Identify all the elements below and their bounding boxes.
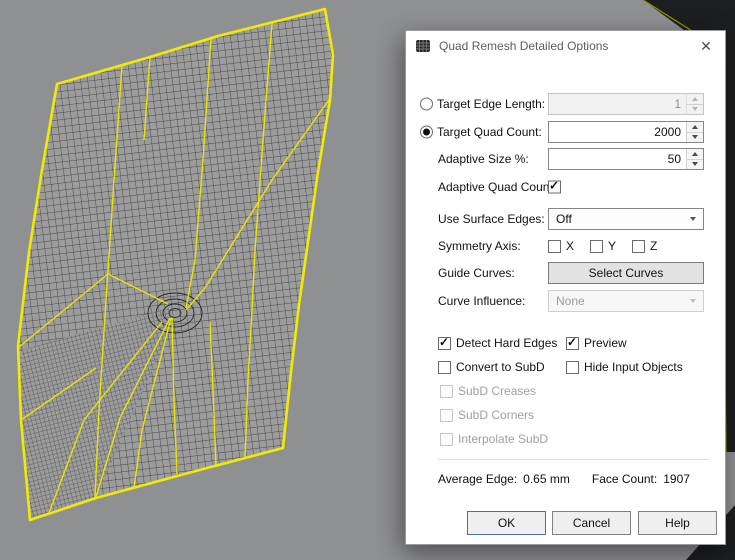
target-edge-length-radio[interactable] [420, 97, 433, 111]
spin-up-icon[interactable] [687, 122, 703, 132]
row-subd-creases: SubD Creases [406, 380, 725, 402]
target-edge-length-spinner [686, 94, 703, 114]
row-symmetry-axis: Symmetry Axis: X Y Z [406, 235, 725, 257]
row-adaptive-quad-count: Adaptive Quad Count: [406, 176, 725, 198]
symmetry-z-label: Z [650, 239, 658, 253]
spin-up-icon[interactable] [687, 149, 703, 159]
subd-corners-label: SubD Corners [458, 408, 535, 422]
symmetry-x-label: X [566, 239, 575, 253]
symmetry-axis-label: Symmetry Axis: [438, 239, 521, 253]
row-target-edge-length: Target Edge Length: 1 [406, 93, 725, 115]
subd-creases-toggle: SubD Creases [440, 384, 536, 398]
subd-corners-checkbox [440, 408, 453, 422]
convert-to-subd-checkbox[interactable] [438, 360, 451, 374]
use-surface-edges-dropdown[interactable]: Off [548, 208, 704, 230]
quad-remesh-options-dialog: Quad Remesh Detailed Options ✕ Target Ed… [405, 30, 726, 545]
spin-down-icon[interactable] [687, 158, 703, 170]
interpolate-subd-checkbox [440, 432, 453, 446]
detect-hard-edges-label: Detect Hard Edges [456, 336, 558, 350]
face-count-value: 1907 [663, 472, 690, 486]
symmetry-x-toggle[interactable]: X [548, 239, 574, 253]
interpolate-subd-toggle: Interpolate SubD [440, 432, 548, 446]
row-use-surface-edges: Use Surface Edges: Off [406, 208, 725, 230]
symmetry-z-checkbox[interactable] [632, 239, 645, 253]
hide-input-objects-toggle[interactable]: Hide Input Objects [566, 360, 683, 374]
target-quad-count-input[interactable]: 2000 [548, 121, 704, 143]
row-subd-corners: SubD Corners [406, 404, 725, 426]
adaptive-size-label: Adaptive Size %: [438, 152, 529, 166]
face-count-label: Face Count: [591, 472, 658, 486]
status-bar: Average Edge: 0.65 mm Face Count: 1907 [438, 472, 690, 486]
row-toggles-1: Detect Hard Edges Preview [406, 332, 725, 354]
row-target-quad-count: Target Quad Count: 2000 [406, 121, 725, 143]
target-edge-length-label: Target Edge Length: [437, 97, 546, 111]
guide-curves-label: Guide Curves: [438, 266, 515, 280]
preview-toggle[interactable]: Preview [566, 335, 627, 350]
convert-to-subd-label: Convert to SubD [456, 360, 545, 374]
curve-influence-label: Curve Influence: [438, 294, 526, 308]
subd-creases-label: SubD Creases [458, 384, 537, 398]
select-curves-button[interactable]: Select Curves [548, 262, 704, 284]
divider [438, 459, 709, 460]
target-edge-length-value: 1 [674, 97, 681, 111]
dialog-title: Quad Remesh Detailed Options [439, 39, 609, 53]
adaptive-size-value[interactable]: 50 [549, 149, 686, 169]
preview-checkbox[interactable] [566, 335, 579, 350]
subd-corners-toggle: SubD Corners [440, 408, 534, 422]
adaptive-quad-count-checkbox[interactable] [548, 179, 561, 194]
ok-button[interactable]: OK [467, 511, 546, 535]
row-adaptive-size: Adaptive Size %: 50 [406, 148, 725, 170]
curve-influence-value: None [556, 294, 585, 308]
chevron-down-icon [690, 217, 696, 221]
subd-creases-checkbox [440, 384, 453, 398]
average-edge-value: 0.65 mm [523, 472, 570, 486]
detect-hard-edges-toggle[interactable]: Detect Hard Edges [438, 335, 558, 350]
curve-influence-dropdown: None [548, 290, 704, 312]
interpolate-subd-label: Interpolate SubD [458, 432, 549, 446]
quad-remesh-icon [416, 40, 430, 52]
chevron-down-icon [690, 299, 696, 303]
use-surface-edges-value: Off [556, 212, 572, 226]
spin-down-icon[interactable] [687, 131, 703, 143]
hide-input-objects-checkbox[interactable] [566, 360, 579, 374]
target-quad-count-radio[interactable] [420, 125, 433, 139]
close-icon[interactable]: ✕ [691, 34, 721, 58]
dialog-titlebar[interactable]: Quad Remesh Detailed Options ✕ [406, 31, 725, 61]
target-quad-count-value[interactable]: 2000 [549, 122, 686, 142]
spin-up-icon [687, 94, 703, 104]
row-guide-curves: Guide Curves: Select Curves [406, 262, 725, 284]
target-quad-count-spinner[interactable] [686, 122, 703, 142]
average-edge-label: Average Edge: [438, 472, 518, 486]
hide-input-objects-label: Hide Input Objects [584, 360, 683, 374]
row-curve-influence: Curve Influence: None [406, 290, 725, 312]
adaptive-size-spinner[interactable] [686, 149, 703, 169]
preview-label: Preview [584, 336, 627, 350]
detect-hard-edges-checkbox[interactable] [438, 335, 451, 350]
symmetry-y-label: Y [608, 239, 617, 253]
target-edge-length-input: 1 [548, 93, 704, 115]
row-toggles-2: Convert to SubD Hide Input Objects [406, 356, 725, 378]
symmetry-y-checkbox[interactable] [590, 239, 603, 253]
row-interpolate-subd: Interpolate SubD [406, 428, 725, 450]
convert-to-subd-toggle[interactable]: Convert to SubD [438, 360, 545, 374]
spin-down-icon [687, 103, 703, 115]
adaptive-size-input[interactable]: 50 [548, 148, 704, 170]
use-surface-edges-label: Use Surface Edges: [438, 212, 545, 226]
symmetry-x-checkbox[interactable] [548, 239, 561, 253]
target-quad-count-label: Target Quad Count: [437, 125, 542, 139]
symmetry-y-toggle[interactable]: Y [590, 239, 616, 253]
symmetry-z-toggle[interactable]: Z [632, 239, 657, 253]
adaptive-quad-count-label: Adaptive Quad Count: [438, 180, 557, 194]
help-button[interactable]: Help [638, 511, 717, 535]
cancel-button[interactable]: Cancel [552, 511, 631, 535]
